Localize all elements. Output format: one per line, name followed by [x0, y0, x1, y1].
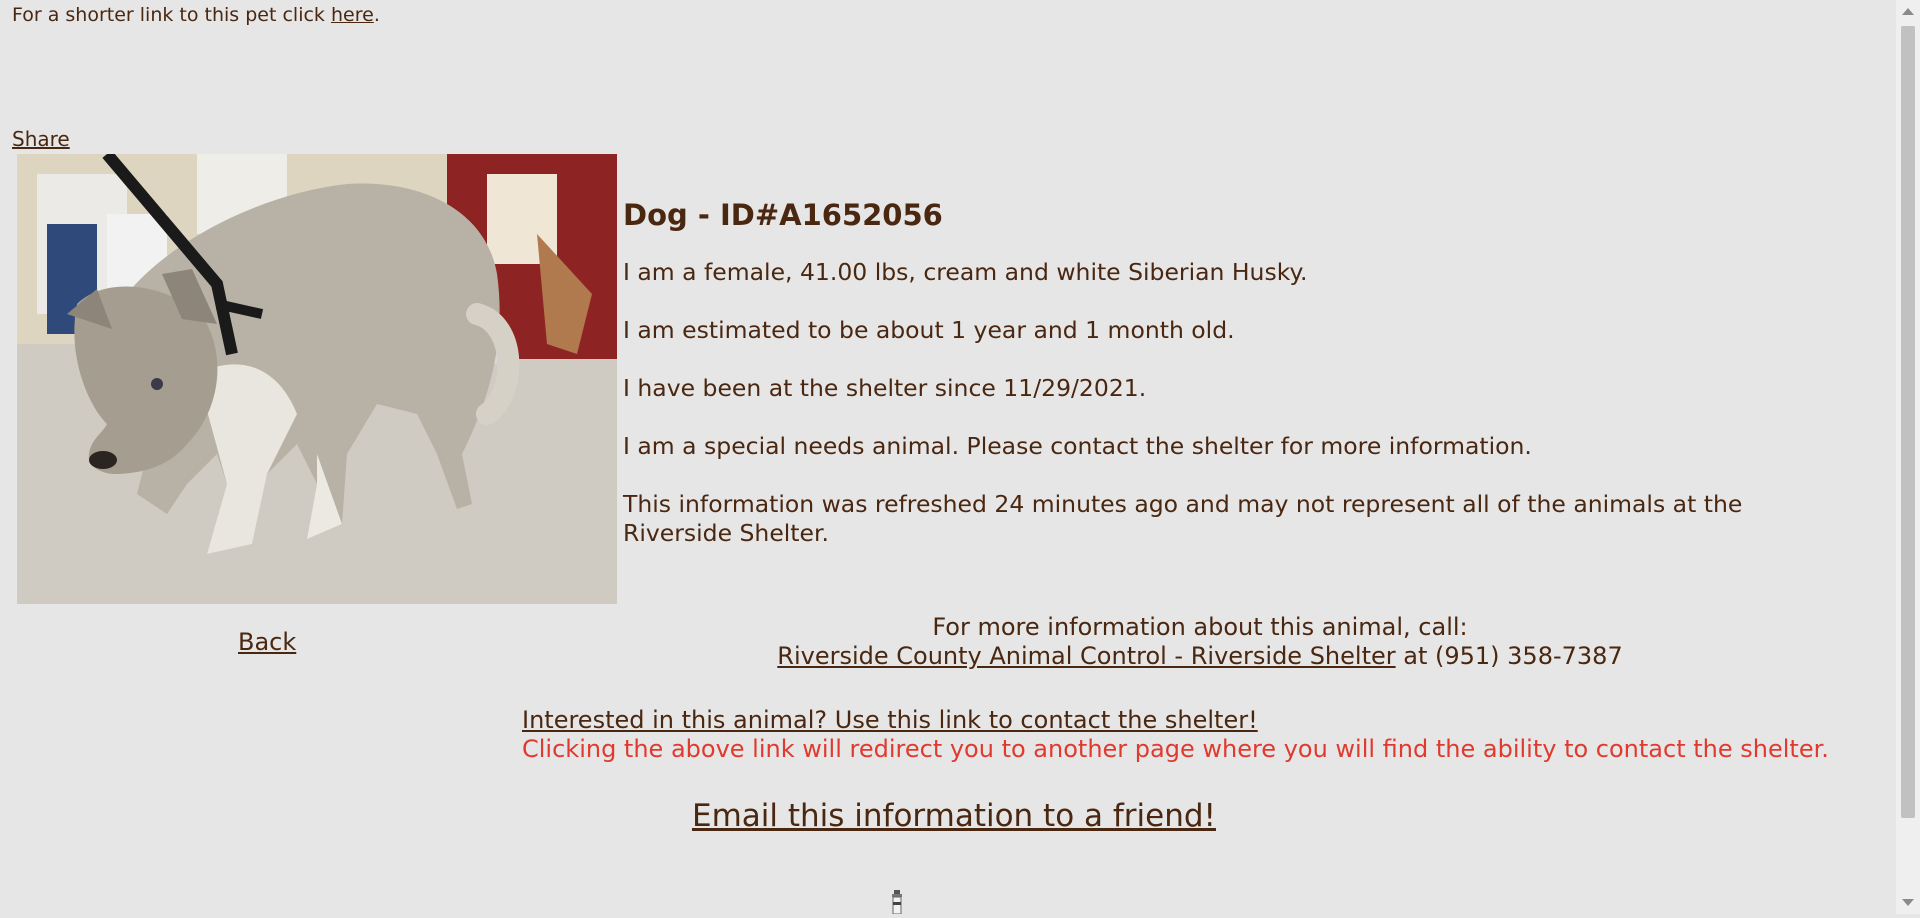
vertical-scrollbar[interactable] — [1896, 0, 1920, 914]
interested-link[interactable]: Interested in this animal? Use this link… — [522, 706, 1258, 734]
scroll-thumb[interactable] — [1901, 26, 1915, 818]
scroll-up-icon[interactable] — [1902, 8, 1914, 15]
short-link-prefix: For a shorter link to this pet click — [12, 4, 331, 26]
interested-block: Interested in this animal? Use this link… — [522, 706, 1829, 764]
shelter-phone: at (951) 358-7387 — [1395, 642, 1623, 670]
short-link-here[interactable]: here — [331, 4, 374, 26]
refresh-note: This information was refreshed 24 minute… — [623, 490, 1743, 547]
call-prompt: For more information about this animal, … — [932, 613, 1468, 641]
contact-block: For more information about this animal, … — [540, 613, 1860, 671]
shelter-line: Riverside County Animal Control - Rivers… — [540, 642, 1860, 671]
pet-shelter-since: I have been at the shelter since 11/29/2… — [623, 374, 1147, 402]
pet-special-needs: I am a special needs animal. Please cont… — [623, 432, 1532, 460]
pet-age: I am estimated to be about 1 year and 1 … — [623, 316, 1235, 344]
dog-photo-icon — [17, 154, 617, 604]
email-friend-link[interactable]: Email this information to a friend! — [692, 798, 1216, 834]
lighthouse-icon — [888, 888, 906, 915]
pet-description: I am a female, 41.00 lbs, cream and whit… — [623, 258, 1308, 286]
pet-info: Dog - ID#A1652056 I am a female, 41.00 l… — [623, 198, 1813, 577]
redirect-note: Clicking the above link will redirect yo… — [522, 735, 1829, 763]
pet-title: Dog - ID#A1652056 — [623, 198, 943, 232]
shelter-link[interactable]: Riverside County Animal Control - Rivers… — [777, 642, 1395, 670]
short-link-line: For a shorter link to this pet click her… — [12, 4, 380, 26]
back-link[interactable]: Back — [238, 628, 296, 656]
share-link[interactable]: Share — [12, 127, 70, 151]
pet-photo — [17, 154, 617, 604]
short-link-suffix: . — [373, 4, 380, 26]
scroll-down-icon[interactable] — [1902, 899, 1914, 906]
